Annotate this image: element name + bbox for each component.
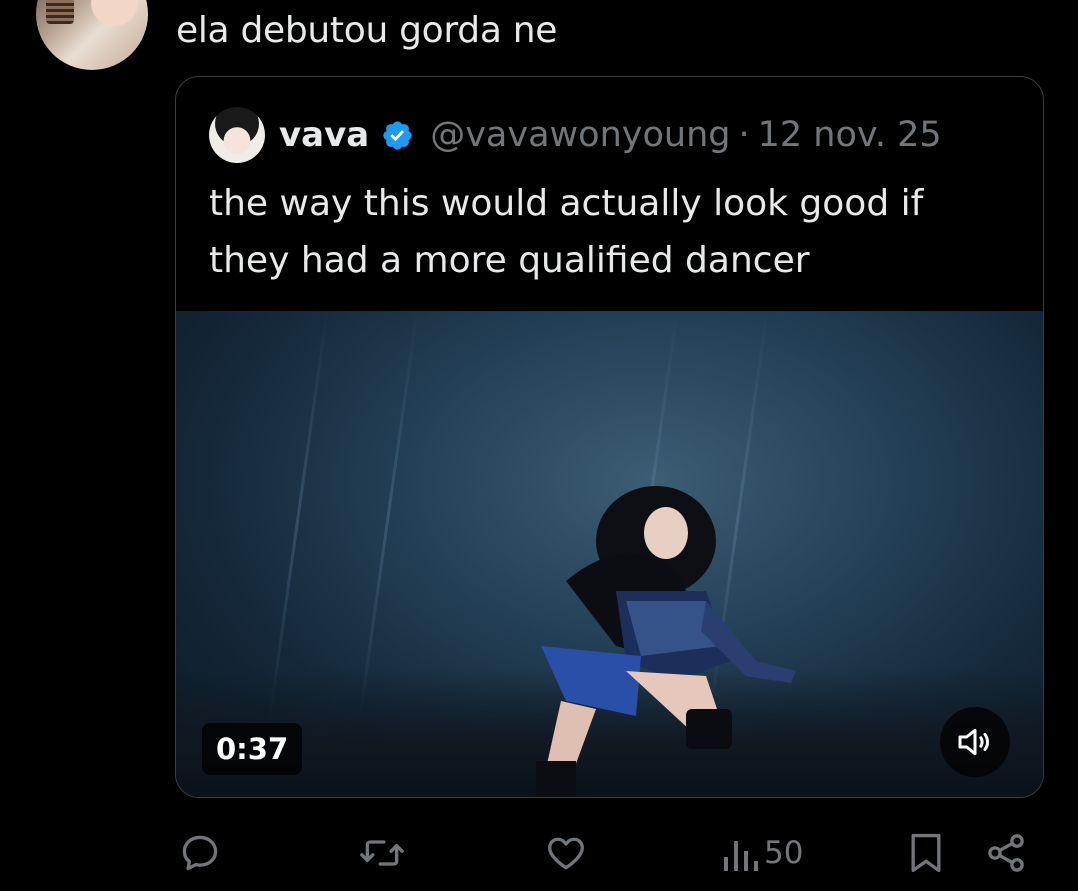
- video-duration-badge: 0:37: [202, 723, 303, 775]
- retweet-button[interactable]: [358, 828, 406, 878]
- quoted-tweet-card[interactable]: vava @vavawonyoung · 12 nov. 25 the way …: [175, 76, 1044, 798]
- verified-badge-icon: [381, 119, 414, 152]
- avatar-decoration: [46, 0, 74, 24]
- quoted-author-avatar[interactable]: [209, 107, 265, 163]
- header-separator: ·: [738, 115, 750, 155]
- quoted-tweet-header: vava @vavawonyoung · 12 nov. 25: [209, 107, 942, 163]
- views-button[interactable]: 50: [722, 828, 803, 878]
- background-light-streak: [356, 311, 419, 731]
- retweet-icon: [360, 840, 404, 866]
- dancer-figure: [536, 486, 796, 797]
- reply-icon: [182, 835, 218, 871]
- tweet-actions-bar: 50: [0, 828, 1078, 878]
- video-player[interactable]: 0:37: [176, 311, 1043, 797]
- heart-icon: [548, 837, 584, 870]
- quoted-author-handle[interactable]: @vavawonyoung: [430, 115, 730, 155]
- volume-button[interactable]: [940, 707, 1010, 777]
- bookmark-icon: [911, 833, 941, 873]
- speaker-icon: [958, 728, 989, 756]
- share-icon: [988, 834, 1024, 872]
- quoted-tweet-date[interactable]: 12 nov. 25: [758, 115, 942, 155]
- share-button[interactable]: [984, 828, 1028, 878]
- views-count: 50: [764, 835, 804, 871]
- reply-author-avatar[interactable]: [36, 0, 148, 70]
- reply-tweet-text: ela debutou gorda ne: [176, 10, 558, 51]
- quoted-author-name[interactable]: vava: [279, 115, 369, 155]
- views-icon: [724, 841, 758, 871]
- background-light-streak: [266, 311, 329, 731]
- like-button[interactable]: [544, 828, 588, 878]
- bookmark-button[interactable]: [906, 828, 946, 878]
- reply-button[interactable]: [178, 828, 222, 878]
- quoted-tweet-text: the way this would actually look good if…: [209, 183, 924, 281]
